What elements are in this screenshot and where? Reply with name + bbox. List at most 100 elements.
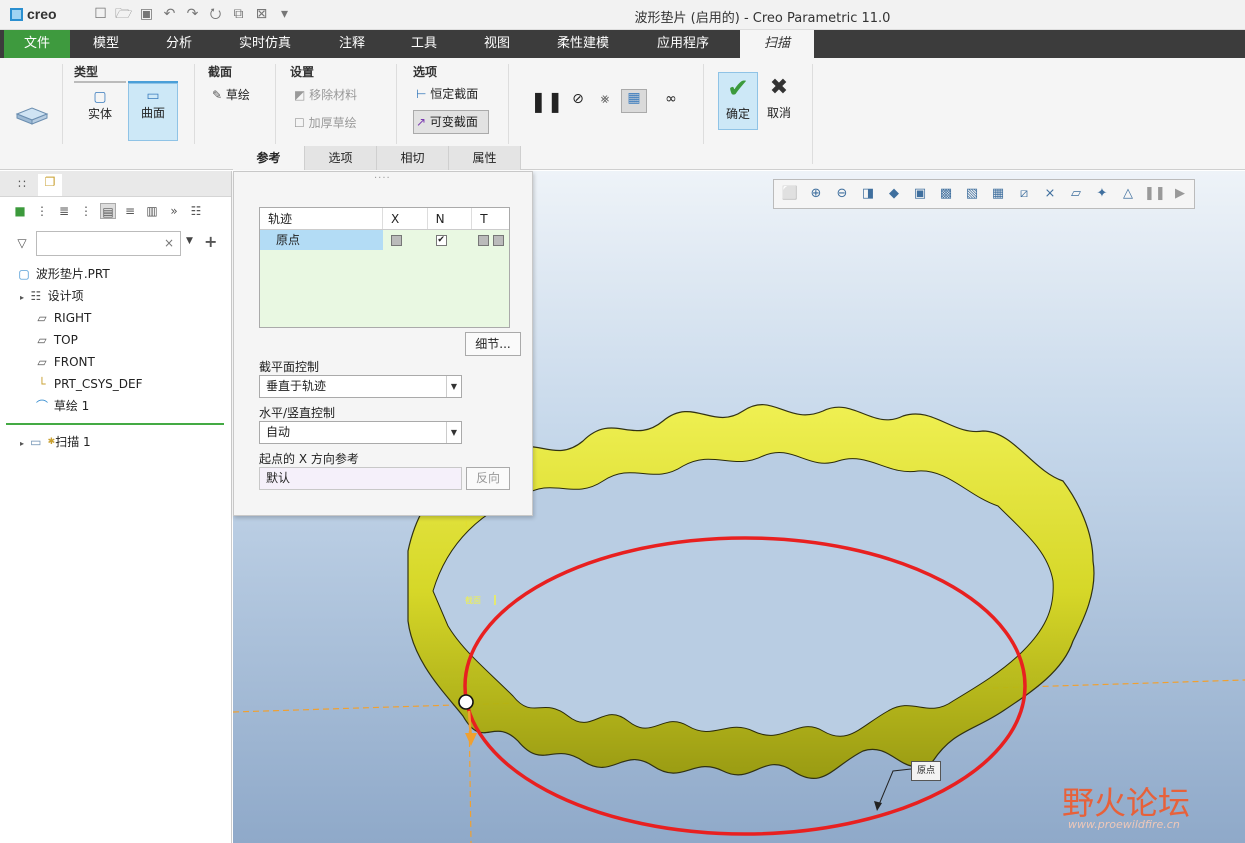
- spin-center-icon[interactable]: ✦: [1092, 184, 1112, 204]
- tab-live-simulation[interactable]: 实时仿真: [226, 30, 304, 58]
- ribbon-tabs: 文件 模型 分析 实时仿真 注释 工具 视图 柔性建模 应用程序 扫描: [0, 30, 1245, 58]
- zoom-out-icon[interactable]: ⊖: [832, 184, 852, 204]
- spin-icon[interactable]: ▶: [1170, 184, 1190, 204]
- in-graphics-toolbar: ⬜ ⊕ ⊖ ◨ ◆ ▣ ▩ ▧ ▦ ⧄ ⨯ ▱ ✦ △ ❚❚ ▶: [773, 179, 1195, 209]
- t-checkbox[interactable]: [478, 235, 490, 246]
- tree-settings-icon[interactable]: ▤: [100, 203, 116, 219]
- pause-animation-icon[interactable]: ❚❚: [1144, 184, 1166, 204]
- expand-arrow-icon[interactable]: ▸: [20, 293, 24, 302]
- tree-item-right[interactable]: ▱ RIGHT: [16, 307, 226, 329]
- t-checkbox-secondary[interactable]: [493, 235, 505, 246]
- expand-arrow-icon[interactable]: ▸: [20, 439, 24, 448]
- preview-mesh-icon[interactable]: ⨳: [594, 91, 616, 111]
- tree-item-part[interactable]: ▢ 波形垫片.PRT: [16, 263, 226, 285]
- pause-icon[interactable]: ❚❚: [530, 88, 564, 114]
- trajectory-table: 轨迹 X N T 原点 ✔: [259, 207, 510, 328]
- sub-tab-options[interactable]: 选项: [305, 146, 377, 170]
- funnel-filter-icon: ▽: [17, 236, 27, 250]
- folder-browser-tab-icon[interactable]: ❐: [38, 174, 62, 196]
- thicken-sketch-button[interactable]: ☐ 加厚草绘: [294, 114, 370, 134]
- sub-tab-properties[interactable]: 属性: [449, 146, 521, 170]
- table-row[interactable]: 原点 ✔: [260, 230, 509, 250]
- tree-filter-icon[interactable]: ⋮: [34, 203, 50, 219]
- saved-orientations-icon[interactable]: ▣: [910, 184, 930, 204]
- annotation-display-icon[interactable]: ⨯: [1040, 184, 1060, 204]
- tree-display-icon[interactable]: ≡: [122, 203, 138, 219]
- tab-annotate[interactable]: 注释: [318, 30, 386, 58]
- cancel-button[interactable]: ✖ 取消: [762, 72, 796, 130]
- chevron-down-icon: ▼: [446, 376, 461, 397]
- tree-search-input[interactable]: [36, 231, 181, 256]
- model-tree-tab-icon[interactable]: ∷: [14, 176, 30, 192]
- verify-mode-icon[interactable]: ▦: [621, 89, 647, 113]
- tree-view-icon[interactable]: ▥: [144, 203, 160, 219]
- sweep-feature-icon: [14, 100, 50, 126]
- drag-handle[interactable]: ····: [374, 173, 391, 184]
- tab-tools[interactable]: 工具: [390, 30, 458, 58]
- origin-leader-head: [874, 801, 882, 811]
- tree-item-sketch[interactable]: ⌒ 草绘 1: [16, 395, 226, 417]
- section-group-title: 截面: [208, 65, 233, 79]
- remove-material-button[interactable]: ◩ 移除材料: [294, 86, 370, 106]
- view-manager-icon[interactable]: ▩: [936, 184, 956, 204]
- tree-search: ▽ × ▼ +: [14, 231, 224, 257]
- section-view-icon[interactable]: ▦: [988, 184, 1008, 204]
- tree-item-top[interactable]: ▱ TOP: [16, 329, 226, 351]
- origin-label[interactable]: 原点: [911, 761, 941, 781]
- tree-item-front[interactable]: ▱ FRONT: [16, 351, 226, 373]
- sub-tab-tangency[interactable]: 相切: [377, 146, 449, 170]
- tab-flexible-modeling[interactable]: 柔性建模: [544, 30, 622, 58]
- n-checkbox[interactable]: ✔: [435, 235, 447, 246]
- tree-layers-icon[interactable]: ⋮: [78, 203, 94, 219]
- appearance-icon[interactable]: △: [1118, 184, 1138, 204]
- tab-analysis[interactable]: 分析: [145, 30, 213, 58]
- constant-section-button[interactable]: ⊢ 恒定截面: [414, 85, 490, 107]
- tree-item-design-items[interactable]: ▸ ☷ 设计项: [16, 285, 226, 307]
- confirm-button[interactable]: ✔ 确定: [718, 72, 758, 130]
- tab-model[interactable]: 模型: [72, 30, 140, 58]
- section-plane-control-label: 截平面控制: [259, 360, 320, 374]
- section-tag: 截面: [465, 596, 481, 605]
- tab-file[interactable]: 文件: [4, 30, 70, 58]
- show-icon[interactable]: ■: [12, 203, 28, 219]
- tab-sweep[interactable]: 扫描: [740, 30, 814, 58]
- repaint-icon[interactable]: ◨: [858, 184, 878, 204]
- options-group-title: 选项: [413, 65, 438, 79]
- more-icon[interactable]: »: [166, 203, 182, 219]
- refit-icon[interactable]: ⬜: [780, 184, 800, 204]
- notes-icon[interactable]: ☷: [188, 203, 204, 219]
- no-preview-icon[interactable]: ⊘: [568, 91, 588, 111]
- plane-display-icon[interactable]: ▱: [1066, 184, 1086, 204]
- panel-tabs: ∷ ❐: [0, 171, 231, 197]
- display-style-icon[interactable]: ◆: [884, 184, 904, 204]
- trajectory-start-point[interactable]: [458, 694, 474, 710]
- tab-applications[interactable]: 应用程序: [640, 30, 726, 58]
- chevron-down-icon: ▼: [446, 422, 461, 443]
- perspective-icon[interactable]: ▧: [962, 184, 982, 204]
- search-dropdown-icon[interactable]: ▼: [186, 236, 193, 246]
- coordinate-system-icon: └: [38, 377, 46, 391]
- dashboard-sub-tabs: 参考 选项 相切 属性: [233, 146, 521, 170]
- tree-columns-icon[interactable]: ≣: [56, 203, 72, 219]
- surface-button[interactable]: ▭ 曲面: [128, 83, 178, 141]
- details-button[interactable]: 细节...: [465, 332, 521, 356]
- sketch-button[interactable]: ✎ 草绘: [212, 86, 264, 106]
- x-direction-reference-field[interactable]: 默认: [259, 467, 462, 490]
- forum-watermark-url: www.proewildfire.cn: [1068, 818, 1180, 831]
- x-checkbox[interactable]: [390, 235, 402, 246]
- zoom-in-icon[interactable]: ⊕: [806, 184, 826, 204]
- hv-control-select[interactable]: 自动 ▼: [259, 421, 462, 444]
- datum-display-icon[interactable]: ⧄: [1014, 184, 1034, 204]
- tab-view[interactable]: 视图: [463, 30, 531, 58]
- insert-here-line[interactable]: [6, 423, 224, 425]
- tree-item-csys[interactable]: └ PRT_CSYS_DEF: [16, 373, 226, 395]
- variable-section-button[interactable]: ↗ 可变截面: [413, 110, 489, 134]
- sub-tab-references[interactable]: 参考: [233, 146, 305, 170]
- glasses-preview-icon[interactable]: ∞: [656, 91, 686, 111]
- section-plane-control-select[interactable]: 垂直于轨迹 ▼: [259, 375, 462, 398]
- solid-button[interactable]: ▢ 实体: [74, 85, 126, 141]
- flip-button[interactable]: 反向: [466, 467, 510, 490]
- add-filter-icon[interactable]: +: [204, 232, 217, 251]
- clear-search-icon[interactable]: ×: [164, 236, 174, 250]
- tree-item-sweep[interactable]: ▸ ▭ ✱扫描 1: [16, 431, 226, 453]
